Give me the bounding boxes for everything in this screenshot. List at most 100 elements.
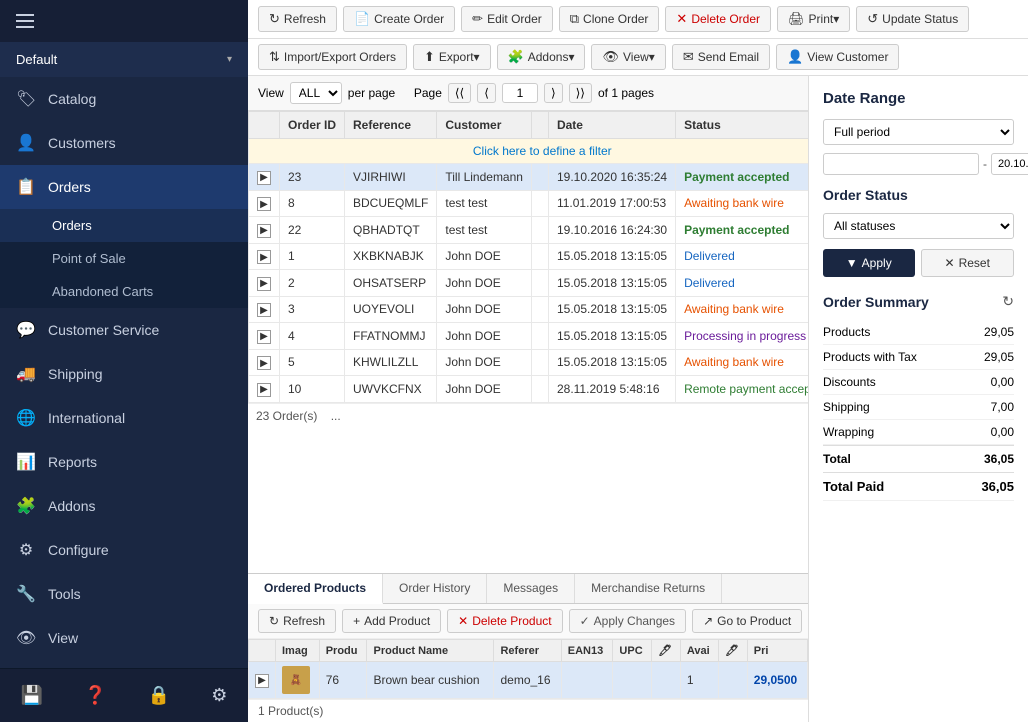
product-row[interactable]: ▶ 🧸 76 Brown bear cushion demo_16 <box>249 662 808 699</box>
lock-icon[interactable]: 🔒 <box>136 679 182 712</box>
table-row[interactable]: ▶ 1 XKBKNABJK John DOE 15.05.2018 13:15:… <box>249 243 809 270</box>
per-page-select[interactable]: ALL 10 20 50 <box>290 82 342 104</box>
settings-icon[interactable]: ⚙ <box>199 679 239 712</box>
table-row[interactable]: ▶ 10 UWVKCFNX John DOE 28.11.2019 5:48:1… <box>249 376 809 403</box>
table-row[interactable]: ▶ 8 BDCUEQMLF test test 11.01.2019 17:00… <box>249 190 809 217</box>
refresh-products-icon: ↻ <box>269 614 279 628</box>
reset-button[interactable]: ✕ Reset <box>921 249 1015 277</box>
help-icon[interactable]: ❓ <box>72 679 118 712</box>
sidebar-item-tools[interactable]: 🔧 Tools <box>0 572 248 616</box>
tab-ordered-products[interactable]: Ordered Products <box>248 574 383 604</box>
delete-order-button[interactable]: ✕ Delete Order <box>665 6 771 32</box>
sidebar-item-customer-service[interactable]: 💬 Customer Service <box>0 308 248 352</box>
update-status-button[interactable]: ↺ Update Status <box>856 6 969 32</box>
table-row[interactable]: ▶ 3 UOYEVOLI John DOE 15.05.2018 13:15:0… <box>249 296 809 323</box>
clone-order-button[interactable]: ⧉ Clone Order <box>559 6 660 32</box>
go-to-product-button[interactable]: ↗ Go to Product <box>692 609 802 633</box>
main-content: ↻ Refresh 📄 Create Order ✏ Edit Order ⧉ … <box>248 0 1028 722</box>
view-customer-button[interactable]: 👤 View Customer <box>776 44 899 70</box>
product-expand-button[interactable]: ▶ <box>255 674 269 688</box>
sidebar-item-view[interactable]: 👁 View <box>0 616 248 660</box>
order-customer: John DOE <box>437 376 532 403</box>
product-availability: 1 <box>680 662 718 699</box>
export-button[interactable]: ⬆ Export▾ <box>413 44 491 70</box>
refresh-button[interactable]: ↻ Refresh <box>258 6 337 32</box>
refresh-products-button[interactable]: ↻ Refresh <box>258 609 336 633</box>
expand-button[interactable]: ▶ <box>257 303 271 317</box>
col-status[interactable]: Status <box>676 112 808 139</box>
addons-toolbar-icon: 🧩 <box>508 49 524 65</box>
expand-button[interactable]: ▶ <box>257 277 271 291</box>
col-order-id[interactable]: Order ID <box>280 112 345 139</box>
pcol-ean13[interactable]: EAN13 <box>561 640 613 662</box>
table-row[interactable]: ▶ 23 VJIRHIWI Till Lindemann 19.10.2020 … <box>249 164 809 191</box>
add-product-button[interactable]: + Add Product <box>342 609 441 633</box>
pcol-availability[interactable]: Avai <box>680 640 718 662</box>
order-customer: John DOE <box>437 270 532 297</box>
pcol-edit1[interactable]: 🖊 <box>652 640 681 662</box>
print-button[interactable]: 🖨 Print▾ <box>777 6 850 32</box>
tab-order-history[interactable]: Order History <box>383 574 487 603</box>
delete-product-button[interactable]: ✕ Delete Product <box>447 609 562 633</box>
addons-button[interactable]: 🧩 Addons▾ <box>497 44 586 70</box>
col-date[interactable]: Date <box>548 112 675 139</box>
date-from-input[interactable] <box>823 153 979 175</box>
create-order-button[interactable]: 📄 Create Order <box>343 6 455 32</box>
table-row[interactable]: ▶ 22 QBHADTQT test test 19.10.2016 16:24… <box>249 217 809 244</box>
view-dropdown-button[interactable]: 👁 View▾ <box>591 44 665 70</box>
import-export-button[interactable]: ⇅ Import/Export Orders <box>258 44 407 70</box>
sidebar-sub-item-orders[interactable]: Orders <box>0 209 248 242</box>
sidebar-sub-item-abandoned-carts[interactable]: Abandoned Carts <box>0 275 248 308</box>
next-page-button[interactable]: ⟩ <box>544 83 563 103</box>
sidebar-menu-toggle[interactable] <box>0 0 248 42</box>
save-icon[interactable]: 💾 <box>9 679 55 712</box>
pcol-image[interactable]: Imag <box>276 640 320 662</box>
pcol-referer[interactable]: Referer <box>494 640 561 662</box>
tab-merchandise-returns[interactable]: Merchandise Returns <box>575 574 722 603</box>
expand-button[interactable]: ▶ <box>257 224 271 238</box>
edit-order-button[interactable]: ✏ Edit Order <box>461 6 553 32</box>
table-row[interactable]: ▶ 5 KHWLILZLL John DOE 15.05.2018 13:15:… <box>249 349 809 376</box>
pcol-product-name[interactable]: Product Name <box>367 640 494 662</box>
send-email-button[interactable]: ✉ Send Email <box>672 44 770 70</box>
delete-order-icon: ✕ <box>676 11 687 27</box>
apply-changes-button[interactable]: ✓ Apply Changes <box>569 609 686 633</box>
expand-button[interactable]: ▶ <box>257 383 271 397</box>
prev-page-button[interactable]: ⟨ <box>477 83 496 103</box>
sidebar-item-customers[interactable]: 👤 Customers <box>0 121 248 165</box>
expand-button[interactable]: ▶ <box>257 330 271 344</box>
summary-refresh-icon[interactable]: ↻ <box>1002 293 1014 310</box>
page-input[interactable] <box>502 83 538 103</box>
sidebar-item-international[interactable]: 🌐 International <box>0 396 248 440</box>
expand-button[interactable]: ▶ <box>257 356 271 370</box>
tab-messages[interactable]: Messages <box>487 574 575 603</box>
col-customer[interactable]: Customer <box>437 112 532 139</box>
date-to-input[interactable] <box>991 153 1028 175</box>
pcol-product-id[interactable]: Produ <box>319 640 367 662</box>
table-row[interactable]: ▶ 2 OHSATSERP John DOE 15.05.2018 13:15:… <box>249 270 809 297</box>
col-reference[interactable]: Reference <box>345 112 437 139</box>
sidebar-item-orders[interactable]: 📋 Orders <box>0 165 248 209</box>
first-page-button[interactable]: ⟨⟨ <box>448 83 471 103</box>
sidebar-sub-item-point-of-sale[interactable]: Point of Sale <box>0 242 248 275</box>
expand-button[interactable]: ▶ <box>257 197 271 211</box>
order-status-select[interactable]: All statuses Payment accepted Awaiting b… <box>823 213 1014 239</box>
sidebar-item-shipping[interactable]: 🚚 Shipping <box>0 352 248 396</box>
sidebar-item-reports[interactable]: 📊 Reports <box>0 440 248 484</box>
sidebar-default-shop[interactable]: Default ▾ <box>0 42 248 77</box>
pcol-edit2[interactable]: 🖊 <box>719 640 748 662</box>
sidebar-item-catalog[interactable]: 🏷 Catalog <box>0 77 248 121</box>
last-page-button[interactable]: ⟩⟩ <box>569 83 592 103</box>
apply-button[interactable]: ▼ Apply <box>823 249 915 277</box>
table-row[interactable]: ▶ 4 FFATNOMMJ John DOE 15.05.2018 13:15:… <box>249 323 809 350</box>
pcol-price[interactable]: Pri <box>747 640 807 662</box>
sidebar-item-label: Tools <box>48 586 81 602</box>
expand-button[interactable]: ▶ <box>257 250 271 264</box>
date-range-select[interactable]: Full period Today This week This month <box>823 119 1014 145</box>
sidebar-item-addons[interactable]: 🧩 Addons <box>0 484 248 528</box>
go-to-product-icon: ↗ <box>703 614 713 628</box>
pcol-upc[interactable]: UPC <box>613 640 652 662</box>
expand-button[interactable]: ▶ <box>257 171 271 185</box>
filter-row[interactable]: Click here to define a filter <box>249 139 809 164</box>
sidebar-item-configure[interactable]: ⚙ Configure <box>0 528 248 572</box>
